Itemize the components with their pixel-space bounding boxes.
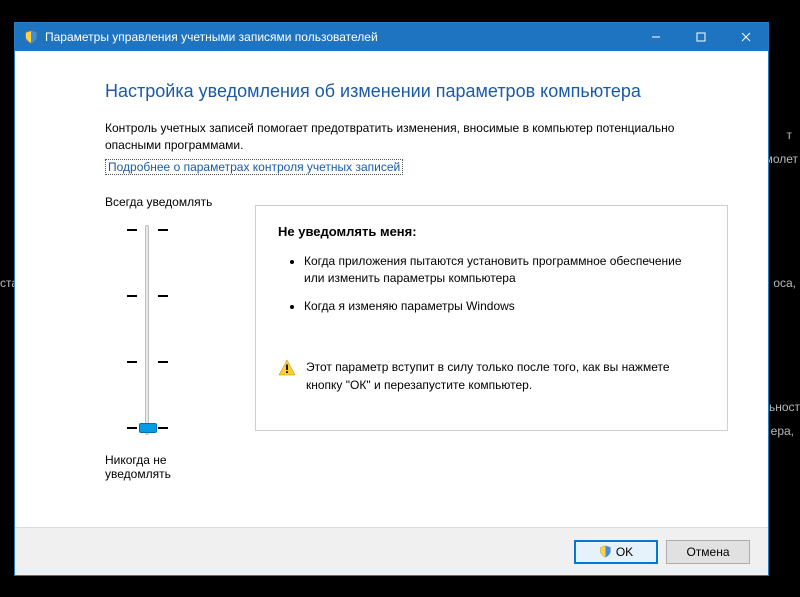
maximize-button[interactable] [678,23,723,51]
ok-button-label: OK [616,545,633,559]
notification-panel: Не уведомлять меня: Когда приложения пыт… [255,205,728,431]
close-button[interactable] [723,23,768,51]
panel-bullet: Когда приложения пытаются установить про… [304,253,705,287]
slider-tick [158,229,168,231]
page-heading: Настройка уведомления об изменении парам… [105,81,728,102]
ok-button[interactable]: OK [574,540,658,564]
bg-text: оса, [773,276,796,290]
shield-icon [23,29,39,45]
slider-tick [158,361,168,363]
slider-label-never: Никогда не уведомлять [105,453,235,481]
slider-thumb[interactable] [139,423,157,433]
bg-text: т [787,128,793,142]
titlebar[interactable]: Параметры управления учетными записями п… [15,23,768,51]
bg-text: ера, [771,424,794,438]
uac-settings-window: Параметры управления учетными записями п… [14,22,769,576]
slider-tick [158,295,168,297]
bg-text: ьност [769,400,800,414]
cancel-button[interactable]: Отмена [666,540,750,564]
slider-label-always: Всегда уведомлять [105,195,212,209]
warning-text: Этот параметр вступит в силу только посл… [306,359,705,394]
slider-tick [127,361,137,363]
slider-tick [127,229,137,231]
content-area: Настройка уведомления об изменении парам… [15,51,768,527]
slider-tick [158,427,168,429]
cancel-button-label: Отмена [686,545,729,559]
page-description: Контроль учетных записей помогает предот… [105,120,728,155]
panel-title: Не уведомлять меня: [278,224,705,239]
slider-tick [127,427,137,429]
shield-icon [599,545,612,558]
slider-track[interactable] [145,225,149,435]
window-title: Параметры управления учетными записями п… [45,30,378,44]
learn-more-link[interactable]: Подробнее о параметрах контроля учетных … [105,159,403,175]
bg-text: молет [765,152,798,166]
slider-tick [127,295,137,297]
button-bar: OK Отмена [15,527,768,575]
warning-icon [278,359,296,377]
minimize-button[interactable] [633,23,678,51]
panel-bullet: Когда я изменяю параметры Windows [304,298,705,315]
